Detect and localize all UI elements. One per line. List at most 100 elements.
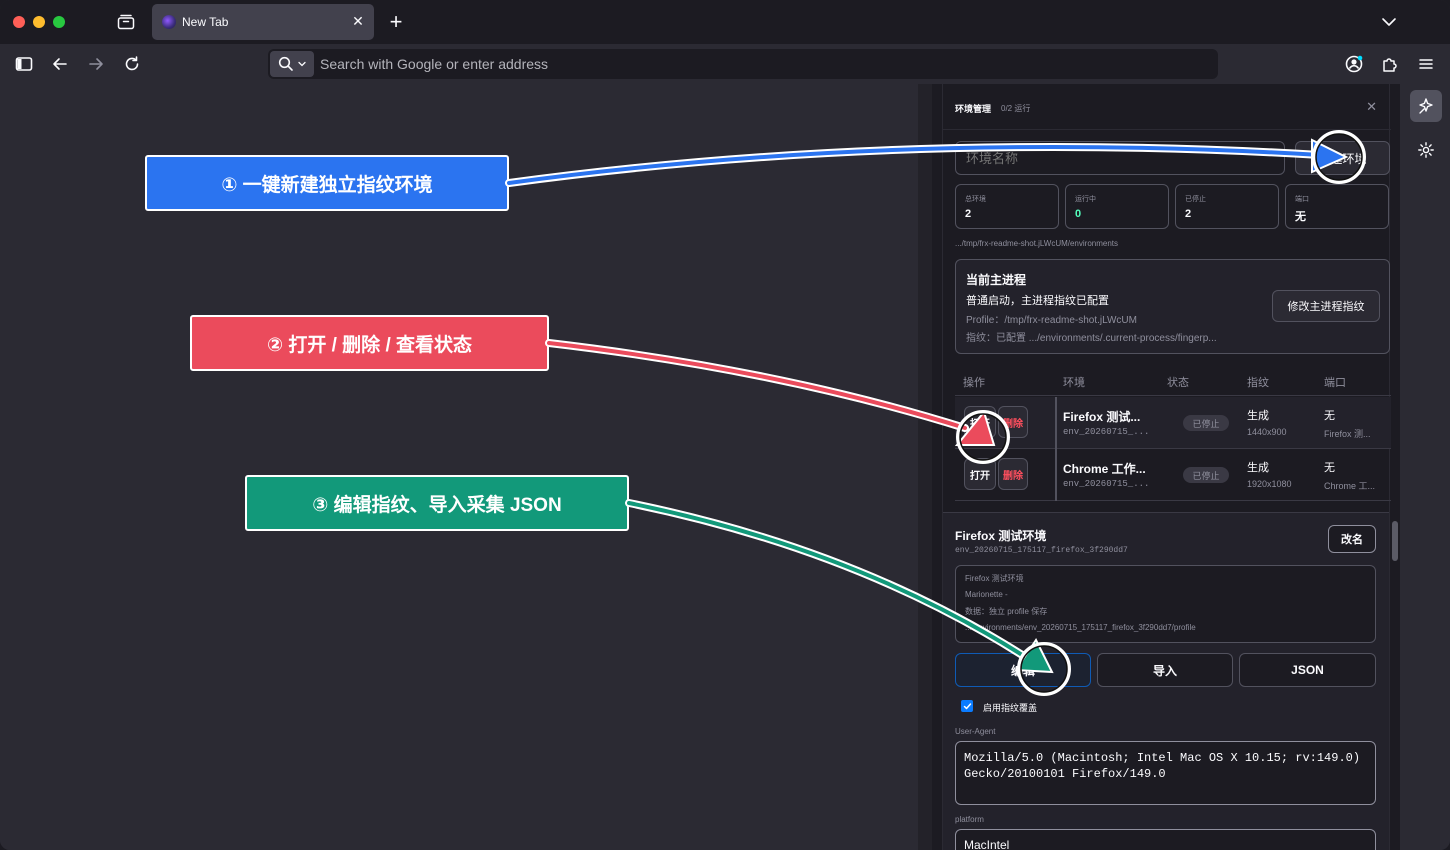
new-tab-button[interactable]: + [384, 9, 408, 35]
env-name: Firefox 测试... [1063, 410, 1141, 424]
delete-env-button[interactable]: 删除 [998, 458, 1028, 490]
info-line: .../environments/env_20260715_175117_fir… [965, 622, 1196, 632]
list-all-tabs-button[interactable] [1376, 10, 1402, 34]
panel-subtitle: 0/2 运行 [1001, 104, 1031, 113]
column-header: 端口 [1324, 377, 1346, 389]
open-env-button[interactable]: 打开 [964, 406, 996, 438]
stat-stopped: 已停止 2 [1175, 184, 1279, 229]
env-port-sub: Chrome 工... [1324, 481, 1376, 491]
stat-label: 端口 [1295, 196, 1309, 203]
callout-new-env: ① 一键新建独立指纹环境 [145, 155, 509, 211]
hamburger-menu-icon [1419, 59, 1433, 69]
extension-sidebar-button[interactable] [1410, 90, 1442, 122]
env-resolution: 1920x1080 [1247, 479, 1292, 489]
puzzle-icon [1383, 58, 1397, 72]
search-engine-button[interactable] [270, 51, 314, 77]
sidebar-splitter[interactable] [918, 84, 932, 850]
env-resolution: 1440x900 [1247, 427, 1287, 437]
scrollbar-thumb[interactable] [1392, 521, 1398, 561]
delete-env-button[interactable]: 删除 [998, 406, 1028, 438]
url-input[interactable]: Search with Google or enter address [320, 56, 548, 72]
reload-icon [125, 56, 139, 71]
edit-fingerprint-button[interactable]: 编辑 [955, 653, 1091, 687]
import-button[interactable]: 导入 [1097, 653, 1233, 687]
panel-close-icon[interactable]: ✕ [1366, 99, 1377, 115]
open-env-button[interactable]: 打开 [964, 458, 996, 490]
platform-label: platform [955, 815, 984, 824]
env-name: Chrome 工作... [1063, 462, 1146, 476]
address-bar[interactable]: Search with Google or enter address [268, 49, 1218, 79]
table-row[interactable]: 打开 删除 Chrome 工作... env_20260715_... 已停止 … [955, 449, 1391, 501]
override-label: 启用指纹覆盖 [983, 703, 1038, 713]
browser-window: New Tab ✕ + Search with Google or enter … [0, 0, 1450, 850]
json-button[interactable]: JSON [1239, 653, 1376, 687]
info-line: 数据：独立 profile 保存 [965, 607, 1048, 616]
reload-button[interactable] [118, 50, 146, 78]
info-line: Firefox 测试环境 [965, 574, 1024, 583]
table-row[interactable]: 打开 删除 Firefox 测试... env_20260715_... 已停止… [955, 397, 1391, 449]
column-header: 状态 [1167, 377, 1189, 389]
panel-header: 环境管理 0/2 运行 ✕ [943, 84, 1391, 130]
environment-manager-panel: 环境管理 0/2 运行 ✕ 新建环境 总环境 2 运行中 0 已停止 2 [942, 84, 1398, 850]
extensions-button[interactable] [1376, 50, 1404, 78]
sidebar-panel: 环境管理 0/2 运行 ✕ 新建环境 总环境 2 运行中 0 已停止 2 [932, 84, 1400, 850]
table-header: 操作 环境 状态 指纹 端口 [955, 364, 1391, 396]
window-maximize-button[interactable] [53, 16, 65, 28]
sidebar-settings-button[interactable] [1414, 138, 1438, 162]
platform-input[interactable]: MacIntel [955, 829, 1376, 850]
env-fingerprint: 生成 [1247, 462, 1269, 474]
stat-value: 2 [1185, 208, 1192, 220]
window-minimize-button[interactable] [33, 16, 45, 28]
env-name-input[interactable] [955, 141, 1285, 175]
stat-label: 总环境 [965, 196, 986, 203]
stat-label: 运行中 [1075, 196, 1096, 203]
column-header: 指纹 [1247, 377, 1269, 389]
env-path: .../tmp/frx-readme-shot.jLWcUM/environme… [955, 239, 1119, 248]
main-process-fingerprint: 指纹：已配置 .../environments/.current-process… [966, 333, 1217, 344]
env-port-sub: Firefox 测... [1324, 429, 1371, 439]
env-port: 无 [1324, 410, 1335, 422]
edit-main-fingerprint-button[interactable]: 修改主进程指纹 [1272, 290, 1380, 322]
main-process-title: 当前主进程 [966, 273, 1027, 287]
status-badge: 已停止 [1183, 415, 1229, 431]
row-divider [1055, 449, 1057, 501]
app-menu-button[interactable] [1412, 50, 1440, 78]
tab-close-icon[interactable]: ✕ [350, 13, 366, 29]
env-id: env_20260715_... [1063, 427, 1150, 437]
stat-label: 已停止 [1185, 196, 1206, 203]
env-details: Firefox 测试环境 env_20260715_175117_firefox… [943, 512, 1398, 850]
sidebar-toggle-button[interactable] [10, 50, 38, 78]
column-header: 环境 [1063, 377, 1085, 389]
stat-total-envs: 总环境 2 [955, 184, 1059, 229]
details-info-box: Firefox 测试环境 Marionette - 数据：独立 profile … [955, 565, 1376, 643]
env-id: env_20260715_... [1063, 479, 1150, 489]
chevron-down-icon [297, 61, 306, 67]
firefox-view-button[interactable] [112, 8, 140, 36]
forward-button[interactable] [82, 50, 110, 78]
main-process-profile: Profile：/tmp/frx-readme-shot.jLWcUM [966, 315, 1137, 326]
sidebar-rail [1400, 84, 1450, 850]
arrow-right-icon [89, 58, 103, 70]
checkmark-icon [963, 702, 971, 709]
status-badge: 已停止 [1183, 467, 1229, 483]
stat-running: 运行中 0 [1065, 184, 1169, 229]
new-env-button[interactable]: 新建环境 [1295, 141, 1390, 175]
account-button[interactable] [1340, 50, 1368, 78]
stat-value: 无 [1295, 211, 1306, 223]
tab-title: New Tab [182, 15, 229, 29]
override-checkbox[interactable] [961, 700, 973, 712]
user-agent-input[interactable]: Mozilla/5.0 (Macintosh; Intel Mac OS X 1… [955, 741, 1376, 805]
tab-new-tab[interactable]: New Tab ✕ [152, 4, 374, 40]
row-divider [1055, 397, 1057, 449]
column-header: 操作 [963, 377, 985, 389]
env-port: 无 [1324, 462, 1335, 474]
firefox-favicon-icon [162, 15, 176, 29]
rename-button[interactable]: 改名 [1328, 525, 1376, 553]
sparkle-pin-icon [1419, 98, 1433, 114]
window-close-button[interactable] [13, 16, 25, 28]
back-button[interactable] [46, 50, 74, 78]
stat-value: 0 [1075, 208, 1082, 220]
stat-value: 2 [965, 208, 972, 220]
info-line: Marionette - [965, 589, 1008, 599]
main-process-card: 当前主进程 普通启动，主进程指纹已配置 Profile：/tmp/frx-rea… [955, 259, 1390, 354]
